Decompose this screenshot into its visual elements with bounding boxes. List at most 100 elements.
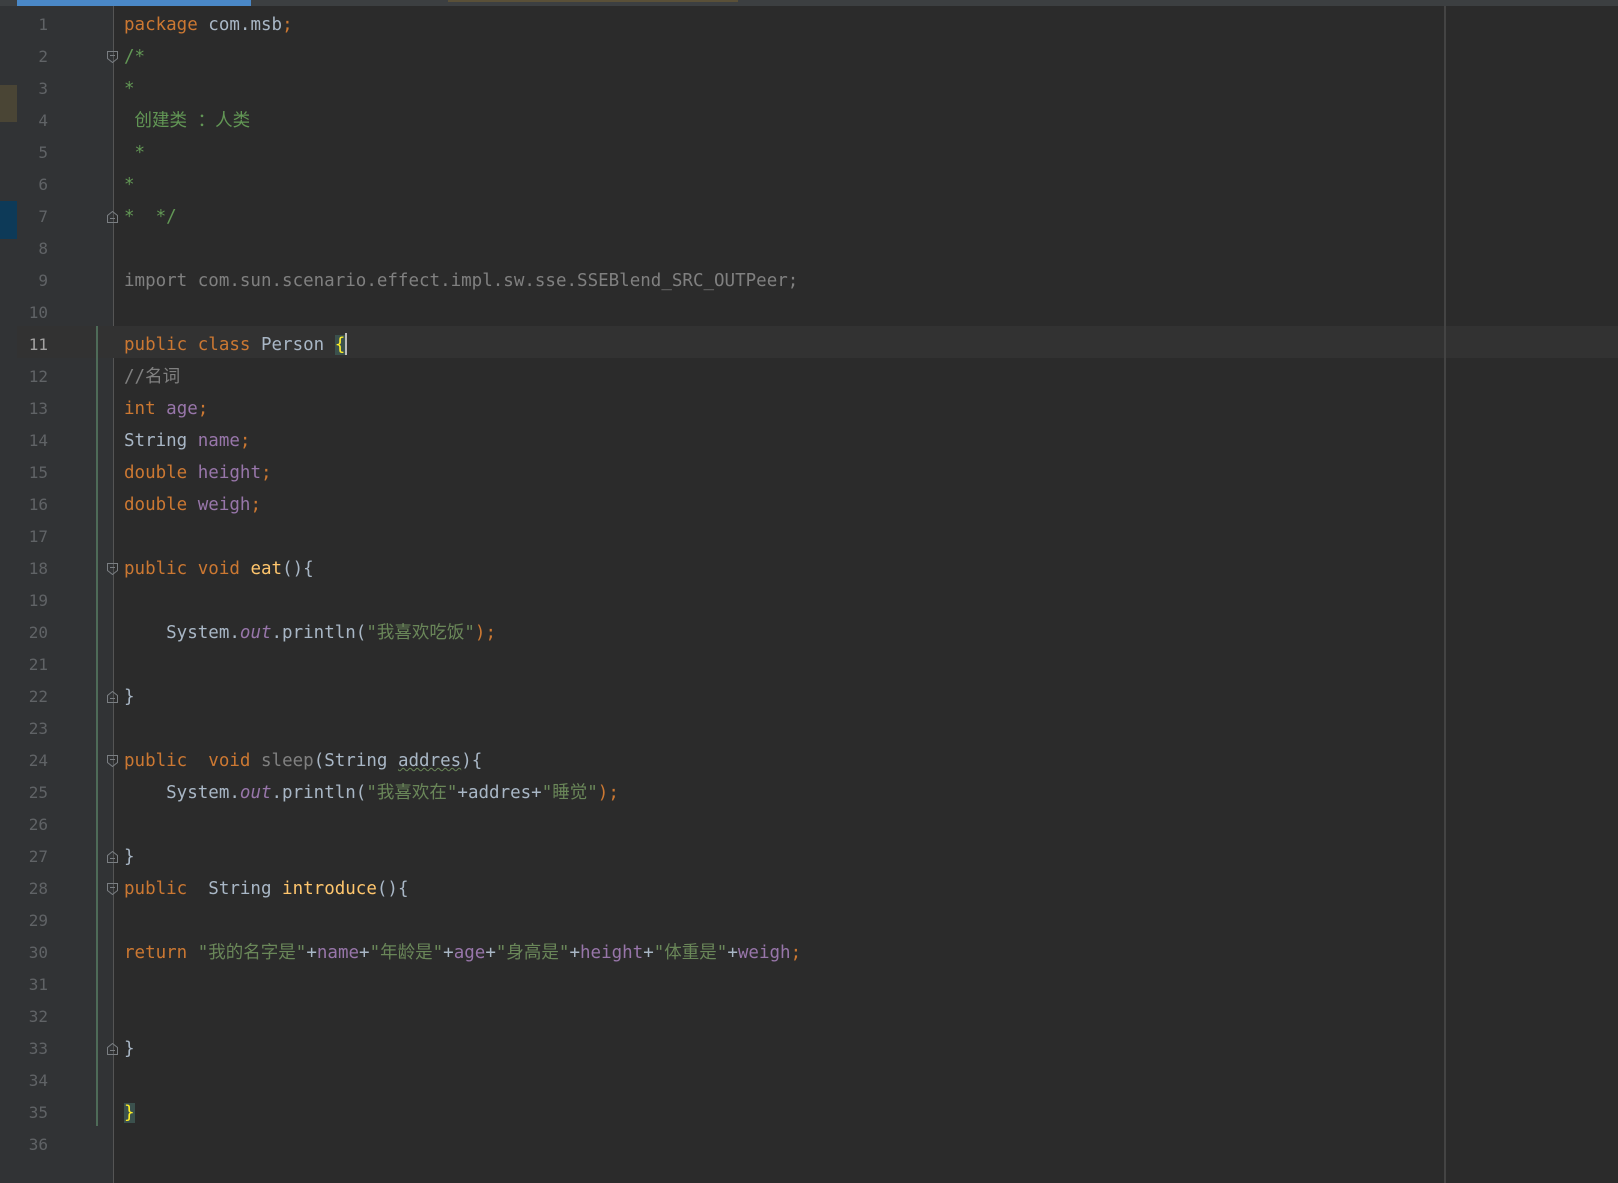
- code-line[interactable]: 26: [17, 809, 1618, 841]
- code-text[interactable]: public String introduce(){: [124, 873, 408, 905]
- code-line[interactable]: 19: [17, 585, 1618, 617]
- code-text[interactable]: int age;: [124, 393, 208, 425]
- code-line[interactable]: 14 String name;: [17, 425, 1618, 457]
- code-text[interactable]: return "我的名字是"+name+"年龄是"+age+"身高是"+heig…: [124, 937, 801, 969]
- inactive-tab-indicator[interactable]: [448, 0, 738, 2]
- code-text[interactable]: }: [124, 681, 135, 713]
- code-line[interactable]: 1 package com.msb;: [17, 9, 1618, 41]
- code-area[interactable]: 1 package com.msb; 2/* 3 * 4 创建类 ：人类 5 * 6 * 7 * *…: [17, 9, 1618, 1161]
- code-token: introduce: [282, 879, 377, 899]
- code-line[interactable]: 15 double height;: [17, 457, 1618, 489]
- code-line[interactable]: 13 int age;: [17, 393, 1618, 425]
- fold-end-icon[interactable]: [107, 851, 118, 863]
- code-line[interactable]: 30 return "我的名字是"+name+"年龄是"+age+"身高是"+he…: [17, 937, 1618, 969]
- code-line[interactable]: 9 import com.sun.scenario.effect.impl.sw.…: [17, 265, 1618, 297]
- code-text[interactable]: String name;: [124, 425, 250, 457]
- fold-start-icon[interactable]: [107, 883, 118, 895]
- code-line[interactable]: 24 public void sleep(String addres){: [17, 745, 1618, 777]
- code-token: }: [124, 1103, 135, 1123]
- code-line[interactable]: 32: [17, 1001, 1618, 1033]
- code-text[interactable]: System.out.println("我喜欢在"+addres+"睡觉");: [124, 777, 619, 809]
- code-text[interactable]: double height;: [124, 457, 272, 489]
- code-editor[interactable]: 1 package com.msb; 2/* 3 * 4 创建类 ：人类 5 * 6 * 7 * *…: [0, 0, 1618, 1183]
- fold-start-icon[interactable]: [107, 51, 118, 63]
- code-line[interactable]: 22}: [17, 681, 1618, 713]
- code-token: out: [239, 783, 272, 803]
- code-token: System.: [124, 623, 240, 643]
- code-line[interactable]: 6 *: [17, 169, 1618, 201]
- code-line[interactable]: 4 创建类 ：人类: [17, 105, 1618, 137]
- fold-start-icon[interactable]: [107, 563, 118, 575]
- code-token: "我的名字是": [197, 943, 307, 963]
- code-line[interactable]: 11 public class Person {: [17, 329, 1618, 361]
- code-token: return: [124, 943, 188, 963]
- code-line[interactable]: 7 * */: [17, 201, 1618, 233]
- code-text[interactable]: *: [124, 73, 135, 105]
- fold-end-icon[interactable]: [107, 211, 118, 223]
- code-line[interactable]: 29: [17, 905, 1618, 937]
- code-line[interactable]: 34: [17, 1065, 1618, 1097]
- code-line[interactable]: 33}: [17, 1033, 1618, 1065]
- code-token: public: [124, 879, 188, 899]
- code-text[interactable]: public void sleep(String addres){: [124, 745, 482, 777]
- fold-end-icon[interactable]: [107, 1043, 118, 1055]
- code-token: +: [443, 943, 454, 963]
- line-number: 23: [28, 719, 48, 738]
- code-line[interactable]: 16 double weigh;: [17, 489, 1618, 521]
- code-text[interactable]: /*: [124, 41, 145, 73]
- fold-end-icon[interactable]: [107, 691, 118, 703]
- code-token: ){: [461, 751, 483, 771]
- code-line[interactable]: 8: [17, 233, 1618, 265]
- code-token: height: [580, 943, 644, 963]
- code-line[interactable]: 10: [17, 297, 1618, 329]
- line-number: 19: [28, 591, 48, 610]
- code-line[interactable]: 28 public String introduce(){: [17, 873, 1618, 905]
- line-number: 9: [38, 271, 48, 290]
- code-line[interactable]: 18 public void eat(){: [17, 553, 1618, 585]
- code-text[interactable]: }: [124, 841, 135, 873]
- line-number: 3: [38, 79, 48, 98]
- code-line[interactable]: 27}: [17, 841, 1618, 873]
- code-token: "我喜欢吃饭": [366, 623, 475, 643]
- code-line[interactable]: 31: [17, 969, 1618, 1001]
- code-token: .println(: [271, 623, 367, 643]
- code-line[interactable]: 2 /*: [17, 41, 1618, 73]
- error-stripe-marker[interactable]: [0, 201, 17, 239]
- code-text[interactable]: package com.msb;: [124, 9, 293, 41]
- code-token: eat: [250, 559, 283, 579]
- code-text[interactable]: public void eat(){: [124, 553, 314, 585]
- code-token: ;: [282, 15, 293, 35]
- code-line[interactable]: 21: [17, 649, 1618, 681]
- code-line[interactable]: 3 *: [17, 73, 1618, 105]
- line-number: 11: [28, 335, 48, 354]
- code-text[interactable]: *: [124, 137, 146, 169]
- code-token: System.: [124, 783, 240, 803]
- code-text[interactable]: System.out.println("我喜欢吃饭");: [124, 617, 496, 649]
- code-line[interactable]: 35}: [17, 1097, 1618, 1129]
- code-text[interactable]: double weigh;: [124, 489, 261, 521]
- code-text[interactable]: //名词: [124, 361, 180, 393]
- code-line[interactable]: 23: [17, 713, 1618, 745]
- code-line[interactable]: 12 //名词: [17, 361, 1618, 393]
- code-text[interactable]: * */: [124, 201, 177, 233]
- bookmark-marker[interactable]: [0, 85, 17, 122]
- code-text[interactable]: import com.sun.scenario.effect.impl.sw.s…: [124, 265, 798, 297]
- code-line[interactable]: 17: [17, 521, 1618, 553]
- code-line[interactable]: 36: [17, 1129, 1618, 1161]
- code-token: com.msb: [197, 15, 283, 35]
- code-text[interactable]: }: [124, 1033, 135, 1065]
- code-line[interactable]: 5 *: [17, 137, 1618, 169]
- code-line[interactable]: 20 System.out.println("我喜欢吃饭");: [17, 617, 1618, 649]
- code-token: }: [124, 687, 135, 707]
- line-number: 30: [28, 943, 48, 962]
- code-text[interactable]: public class Person {: [124, 329, 348, 361]
- code-text[interactable]: 创建类 ：人类: [124, 105, 251, 137]
- code-line[interactable]: 25 System.out.println("我喜欢在"+addres+"睡觉"…: [17, 777, 1618, 809]
- line-number: 15: [28, 463, 48, 482]
- line-number: 26: [28, 815, 48, 834]
- fold-start-icon[interactable]: [107, 755, 118, 767]
- code-text[interactable]: *: [124, 169, 135, 201]
- code-text[interactable]: }: [124, 1097, 135, 1129]
